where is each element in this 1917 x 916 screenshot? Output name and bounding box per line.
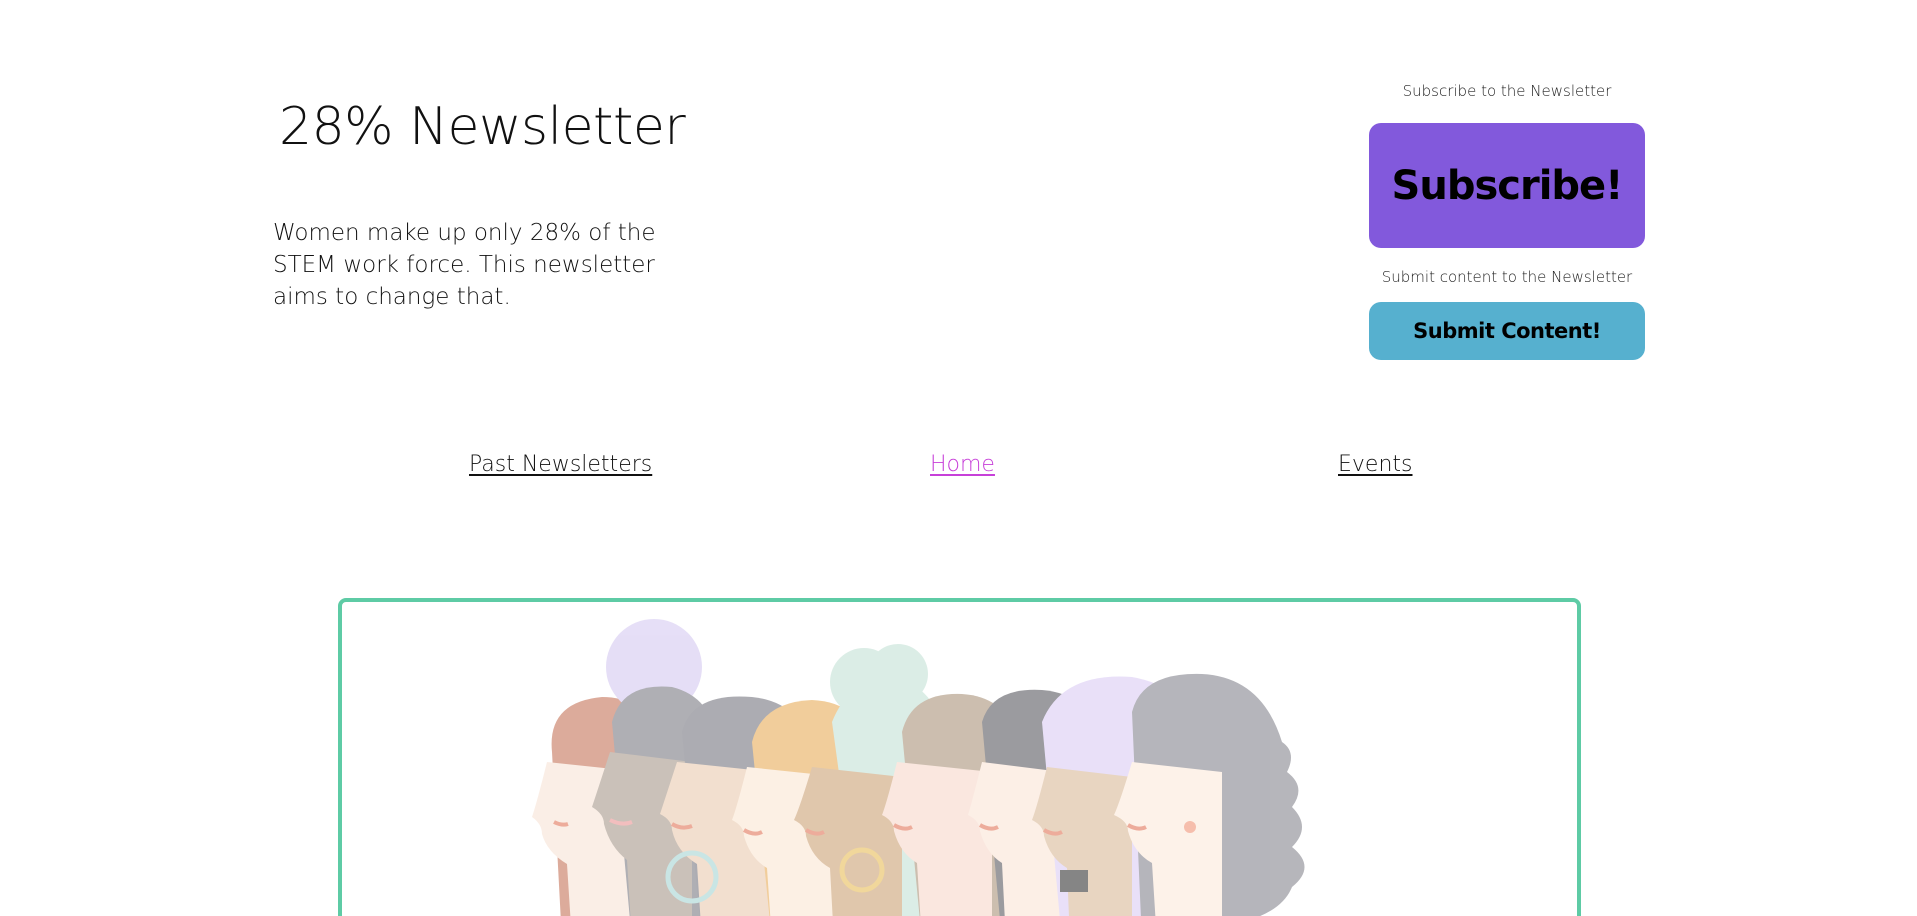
nav-link-events[interactable]: Events (1338, 452, 1413, 477)
nav-link-home[interactable]: Home (930, 452, 995, 477)
subscribe-caption: Subscribe to the Newsletter (1402, 82, 1612, 100)
submit-caption: Submit content to the Newsletter (1381, 268, 1633, 286)
main-nav: Past Newsletters Home Events (0, 452, 1917, 492)
woman-profile-9 (1114, 673, 1305, 916)
nav-link-past-newsletters[interactable]: Past Newsletters (469, 452, 652, 477)
subscribe-button[interactable]: Subscribe! (1369, 123, 1645, 248)
cta-panel: Subscribe to the Newsletter Subscribe! S… (1369, 78, 1645, 360)
page-title: 28% Newsletter (279, 97, 686, 157)
women-profiles-illustration (532, 619, 1305, 916)
page: 28% Newsletter Women make up only 28% of… (0, 0, 1917, 916)
hero-image-frame (338, 598, 1581, 916)
tagline: Women make up only 28% of the STEM work … (273, 220, 656, 310)
submit-content-button[interactable]: Submit Content! (1369, 302, 1645, 360)
